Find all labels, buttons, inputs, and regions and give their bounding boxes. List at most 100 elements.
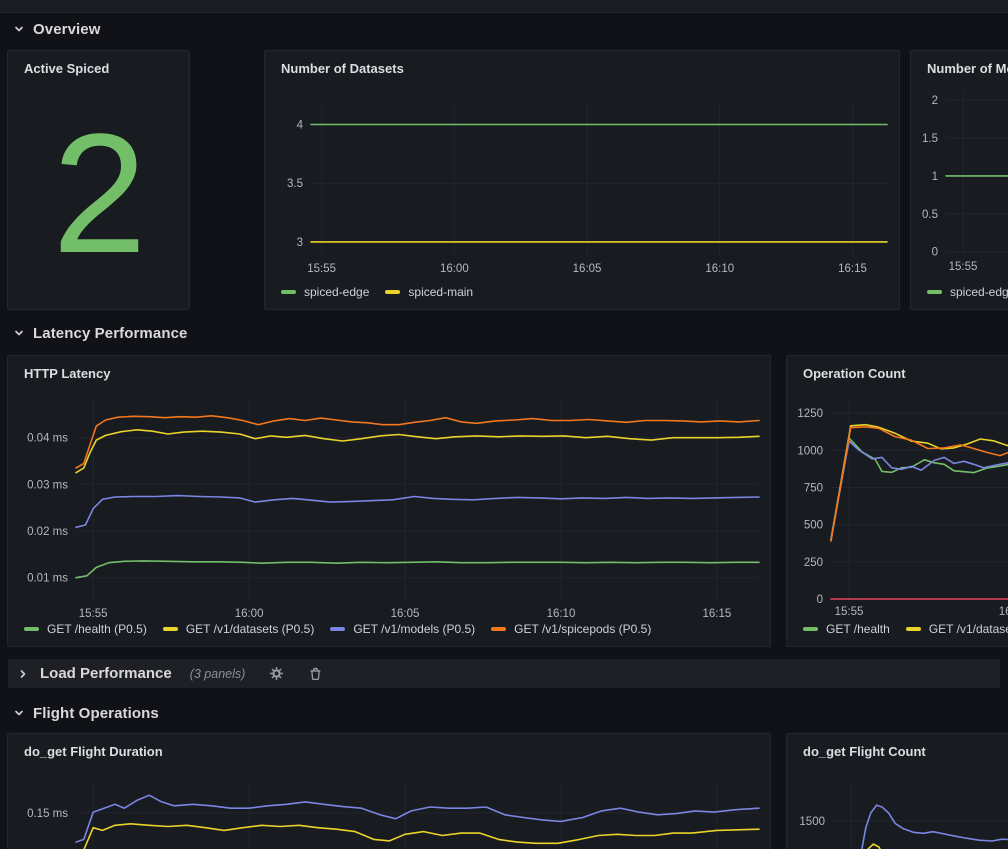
grafana-dashboard: Overview Active Spiced 2 Number of Datas… <box>0 0 1008 849</box>
panel-operation-count: Operation Count 0 250 500 750 1000 1250 15:55 1… <box>786 355 1008 647</box>
svg-text:16:00: 16:00 <box>999 606 1008 618</box>
legend-series-swatch <box>927 290 942 294</box>
svg-text:16:10: 16:10 <box>705 263 734 275</box>
svg-text:750: 750 <box>804 482 823 494</box>
svg-text:0.02 ms: 0.02 ms <box>27 526 68 538</box>
section-title: Flight Operations <box>33 705 159 722</box>
svg-text:500: 500 <box>804 520 823 532</box>
svg-text:3: 3 <box>297 237 303 249</box>
legend-series-swatch <box>24 627 39 631</box>
panel-number-of-datasets: Number of Datasets 3 3.5 4 15:55 16:00 16:05 1… <box>264 50 900 310</box>
legend-series-label: GET /health <box>826 622 890 636</box>
svg-text:1250: 1250 <box>797 408 823 420</box>
section-header-latency-performance[interactable]: Latency Performance <box>14 321 187 345</box>
svg-text:4: 4 <box>297 119 304 131</box>
trash-icon[interactable] <box>308 666 323 681</box>
gear-icon[interactable] <box>269 666 284 681</box>
svg-text:15:55: 15:55 <box>835 606 864 618</box>
svg-text:1500: 1500 <box>799 816 825 828</box>
panel-active-spiced: Active Spiced 2 <box>7 50 190 310</box>
legend-item[interactable]: GET /v1/datasets <box>906 622 1008 636</box>
svg-text:0.15 ms: 0.15 ms <box>27 808 68 820</box>
legend-series-label: GET /v1/datasets (P0.5) <box>186 622 315 636</box>
legend-series-label: spiced-edge <box>950 285 1008 299</box>
panel-number-of-models: Number of Models 00.511.5215:5516:0016:0… <box>910 50 1008 310</box>
panel-do-get-flight-count: do_get Flight Count 1500 <box>786 733 1008 849</box>
legend-item[interactable]: GET /v1/spicepods (P0.5) <box>491 622 651 636</box>
section-title: Load Performance <box>40 665 172 682</box>
svg-text:16:00: 16:00 <box>235 608 264 620</box>
legend-series-swatch <box>163 627 178 631</box>
svg-text:0.5: 0.5 <box>922 209 938 221</box>
panel-title[interactable]: Operation Count <box>803 366 906 381</box>
section-header-overview[interactable]: Overview <box>14 17 101 41</box>
chart-number-of-models[interactable]: 00.511.5215:5516:0016:0516:1016:15 <box>911 51 1008 311</box>
chart-legend: GET /health GET /v1/datasets <box>803 622 1008 636</box>
panel-title[interactable]: do_get Flight Duration <box>24 744 163 759</box>
chart-legend: GET /health (P0.5) GET /v1/datasets (P0.5… <box>24 622 651 636</box>
legend-item[interactable]: GET /v1/models (P0.5) <box>330 622 475 636</box>
chart-legend: spiced-edge spiced-main <box>281 285 473 299</box>
svg-text:2: 2 <box>932 95 938 107</box>
svg-text:1.5: 1.5 <box>922 133 938 145</box>
svg-text:16:05: 16:05 <box>573 263 602 275</box>
svg-text:16:05: 16:05 <box>391 608 420 620</box>
legend-series-swatch <box>491 627 506 631</box>
section-title: Overview <box>33 21 101 38</box>
legend-series-swatch <box>906 627 921 631</box>
svg-text:250: 250 <box>804 557 823 569</box>
svg-text:16:00: 16:00 <box>440 263 469 275</box>
svg-text:3.5: 3.5 <box>287 178 303 190</box>
svg-text:15:55: 15:55 <box>949 261 978 273</box>
svg-text:0.01 ms: 0.01 ms <box>27 573 68 585</box>
svg-text:16:15: 16:15 <box>703 608 732 620</box>
svg-text:0: 0 <box>932 247 938 259</box>
legend-series-swatch <box>803 627 818 631</box>
panel-title[interactable]: HTTP Latency <box>24 366 110 381</box>
panel-http-latency: HTTP Latency 0.01 ms 0.02 ms 0.03 ms 0.04 m… <box>7 355 771 647</box>
legend-series-label: spiced-main <box>408 285 473 299</box>
legend-item[interactable]: GET /health <box>803 622 890 636</box>
top-nav-bar <box>0 0 1008 13</box>
panel-do-get-flight-duration: do_get Flight Duration 0.15 ms <box>7 733 771 849</box>
legend-item[interactable]: spiced-edge <box>281 285 369 299</box>
svg-text:1000: 1000 <box>797 445 823 457</box>
svg-text:15:55: 15:55 <box>79 608 108 620</box>
section-header-flight-operations[interactable]: Flight Operations <box>14 701 159 725</box>
chevron-down-icon[interactable] <box>14 328 24 338</box>
stat-value: 2 <box>8 87 189 301</box>
legend-series-label: GET /health (P0.5) <box>47 622 147 636</box>
svg-text:16:15: 16:15 <box>838 263 867 275</box>
panel-title[interactable]: do_get Flight Count <box>803 744 926 759</box>
svg-text:16:10: 16:10 <box>547 608 576 620</box>
legend-series-swatch <box>281 290 296 294</box>
chart-http-latency[interactable]: 0.01 ms 0.02 ms 0.03 ms 0.04 ms 15:55 16:00 16… <box>8 356 772 648</box>
svg-text:0.04 ms: 0.04 ms <box>27 433 68 445</box>
panels-count-note: (3 panels) <box>190 667 246 681</box>
legend-series-swatch <box>330 627 345 631</box>
legend-series-swatch <box>385 290 400 294</box>
section-title: Latency Performance <box>33 325 187 342</box>
panel-title[interactable]: Number of Models <box>927 61 1008 76</box>
chevron-down-icon[interactable] <box>14 24 24 34</box>
chevron-right-icon[interactable] <box>18 669 28 679</box>
chevron-down-icon[interactable] <box>14 708 24 718</box>
panel-title[interactable]: Active Spiced <box>24 61 109 76</box>
svg-text:0: 0 <box>817 594 823 606</box>
svg-text:0.03 ms: 0.03 ms <box>27 479 68 491</box>
chart-operation-count[interactable]: 0 250 500 750 1000 1250 15:55 16:00 <box>787 356 1008 648</box>
legend-item[interactable]: spiced-main <box>385 285 473 299</box>
legend-item[interactable]: GET /v1/datasets (P0.5) <box>163 622 315 636</box>
section-header-load-performance[interactable]: Load Performance (3 panels) <box>8 659 1000 688</box>
svg-text:1: 1 <box>932 171 938 183</box>
chart-number-of-datasets[interactable]: 3 3.5 4 15:55 16:00 16:05 16:10 16:15 <box>265 51 901 311</box>
legend-series-label: GET /v1/datasets <box>929 622 1008 636</box>
legend-item[interactable]: GET /health (P0.5) <box>24 622 147 636</box>
svg-text:15:55: 15:55 <box>307 263 336 275</box>
legend-item[interactable]: spiced-edge <box>927 285 1008 299</box>
chart-legend: spiced-edge <box>927 285 1008 299</box>
legend-series-label: GET /v1/models (P0.5) <box>353 622 475 636</box>
legend-series-label: GET /v1/spicepods (P0.5) <box>514 622 651 636</box>
legend-series-label: spiced-edge <box>304 285 369 299</box>
panel-title[interactable]: Number of Datasets <box>281 61 404 76</box>
